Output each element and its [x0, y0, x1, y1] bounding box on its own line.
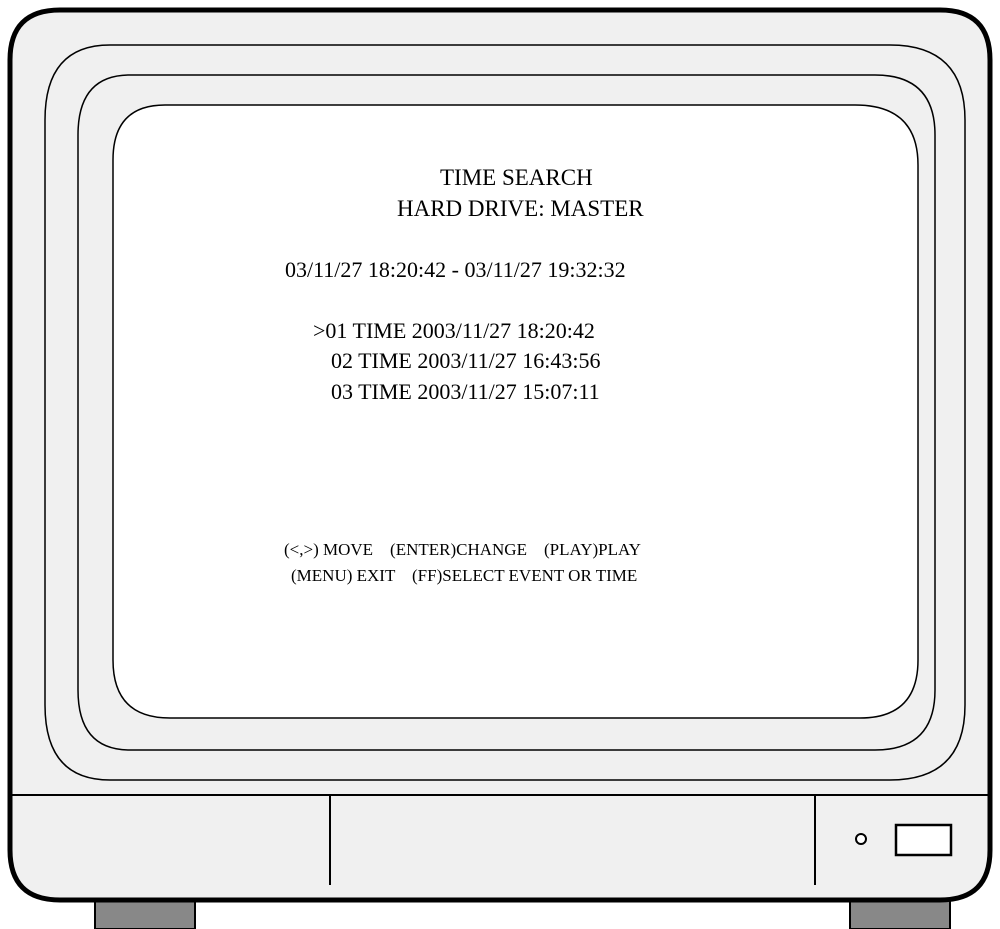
front-slot-icon — [894, 823, 953, 857]
help-line-1: (<,>) MOVE (ENTER)CHANGE (PLAY)PLAY — [284, 540, 641, 559]
list-item-02[interactable]: 02 TIME 2003/11/27 16:43:56 — [331, 350, 601, 372]
list-item-01[interactable]: >01 TIME 2003/11/27 18:20:42 — [313, 320, 595, 342]
power-led-icon — [855, 833, 867, 845]
drive-label: HARD DRIVE: MASTER — [397, 196, 644, 221]
help-line-2: (MENU) EXIT (FF)SELECT EVENT OR TIME — [291, 566, 638, 585]
menu-title: TIME SEARCH — [440, 165, 593, 190]
monitor-illustration — [7, 7, 993, 929]
list-item-03[interactable]: 03 TIME 2003/11/27 15:07:11 — [331, 381, 600, 403]
time-range: 03/11/27 18:20:42 - 03/11/27 19:32:32 — [285, 257, 626, 282]
